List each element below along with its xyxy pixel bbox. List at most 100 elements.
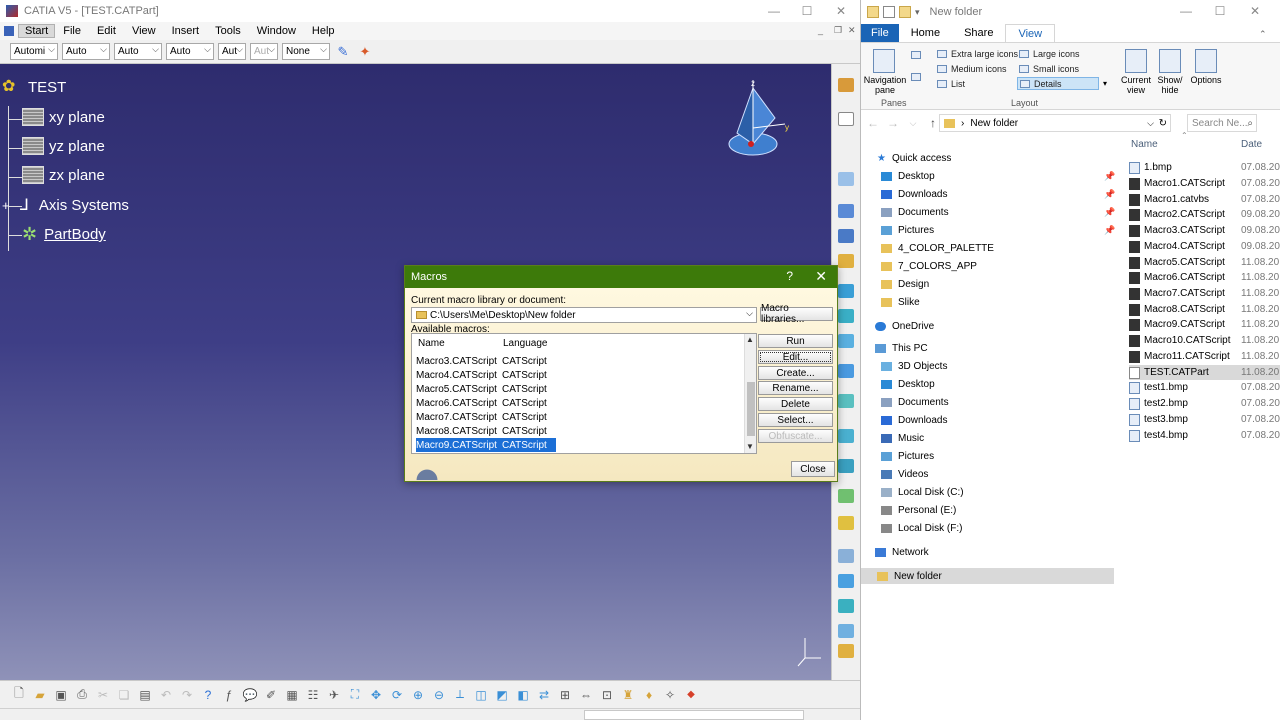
options-button[interactable]: Options bbox=[1187, 75, 1225, 85]
layout-details[interactable]: Details bbox=[1017, 77, 1099, 90]
details-pane-icon[interactable] bbox=[911, 73, 925, 81]
maximize-icon[interactable]: ☐ bbox=[790, 0, 824, 22]
file-row[interactable]: Macro3.CATScript 09.08.20 bbox=[1129, 223, 1280, 238]
table-icon[interactable]: ▦ bbox=[283, 686, 301, 704]
tree-item-partbody[interactable]: ✲ PartBody bbox=[22, 224, 106, 245]
layout-more-icon[interactable]: ▾ bbox=[1103, 79, 1107, 88]
file-row[interactable]: test1.bmp 07.08.20 bbox=[1129, 380, 1280, 395]
doc-minimize-icon[interactable]: _ bbox=[818, 25, 823, 35]
tree-item-xy-plane[interactable]: xy plane bbox=[22, 108, 105, 126]
format-painter-icon[interactable]: ✎ bbox=[334, 43, 352, 61]
file-row[interactable]: Macro1.CATScript 07.08.20 bbox=[1129, 176, 1280, 191]
iso-view-icon[interactable]: ◫ bbox=[472, 686, 490, 704]
close-icon[interactable]: ✕ bbox=[824, 0, 858, 22]
measure-icon[interactable]: ⊞ bbox=[556, 686, 574, 704]
nav-local-disk-f[interactable]: Local Disk (F:) bbox=[881, 520, 962, 536]
search-input[interactable]: Search Ne... ⌕ bbox=[1187, 114, 1257, 132]
refresh-icon[interactable]: ↻ bbox=[1159, 118, 1167, 129]
formula-icon[interactable]: ƒ bbox=[220, 686, 238, 704]
navigation-pane-button[interactable]: Navigation pane bbox=[863, 75, 907, 95]
file-row[interactable]: Macro7.CATScript 11.08.20 bbox=[1129, 286, 1280, 301]
workbench-icon[interactable] bbox=[838, 78, 854, 92]
chevron-down-icon[interactable]: ▾ bbox=[915, 7, 920, 18]
print-icon[interactable]: ⎙ bbox=[73, 686, 91, 704]
nav-videos[interactable]: Videos bbox=[881, 466, 928, 482]
rendering-style-select[interactable]: Aut bbox=[250, 43, 278, 60]
catalog-icon[interactable]: ☷ bbox=[304, 686, 322, 704]
macro-row[interactable]: Macro4.CATScript CATScript bbox=[416, 368, 556, 382]
menu-window[interactable]: Window bbox=[249, 25, 304, 37]
nav-pc-downloads[interactable]: Downloads bbox=[881, 412, 947, 428]
options-icon[interactable] bbox=[1195, 49, 1217, 73]
nav-color-palette[interactable]: 4_COLOR_PALETTE bbox=[881, 240, 994, 256]
file-row[interactable]: Macro8.CATScript 11.08.20 bbox=[1129, 302, 1280, 317]
comment-icon[interactable]: 💬 bbox=[241, 686, 259, 704]
pin-icon[interactable]: 📌 bbox=[1104, 171, 1115, 182]
pin-icon[interactable]: 📌 bbox=[1104, 207, 1115, 218]
close-button[interactable]: Close bbox=[791, 461, 835, 477]
help-button[interactable]: ? bbox=[786, 269, 793, 283]
split-icon[interactable] bbox=[838, 549, 854, 563]
current-view-icon[interactable] bbox=[1125, 49, 1147, 73]
scroll-down-icon[interactable]: ▼ bbox=[746, 442, 754, 451]
blend-icon[interactable] bbox=[838, 489, 854, 503]
sweep-icon[interactable] bbox=[838, 364, 854, 378]
select-arrow-icon[interactable] bbox=[838, 112, 854, 126]
menu-insert[interactable]: Insert bbox=[164, 25, 208, 37]
file-row[interactable]: Macro5.CATScript 11.08.20 bbox=[1129, 255, 1280, 270]
nav-music[interactable]: Music bbox=[881, 430, 924, 446]
file-row[interactable]: Macro6.CATScript 11.08.20 bbox=[1129, 270, 1280, 285]
pin-icon[interactable]: 📌 bbox=[1104, 225, 1115, 236]
file-row[interactable]: Macro2.CATScript 09.08.20 bbox=[1129, 207, 1280, 222]
macro-row[interactable]: Macro7.CATScript CATScript bbox=[416, 410, 556, 424]
menu-file[interactable]: File bbox=[55, 25, 89, 37]
file-row[interactable]: Macro9.CATScript 11.08.20 bbox=[1129, 317, 1280, 332]
file-row[interactable]: test2.bmp 07.08.20 bbox=[1129, 396, 1280, 411]
new-icon[interactable]: 🗋 bbox=[10, 686, 28, 704]
revolve-icon[interactable] bbox=[838, 309, 854, 323]
zoom-out-icon[interactable]: ⊖ bbox=[430, 686, 448, 704]
macro-row[interactable]: Macro3.CATScript CATScript bbox=[416, 354, 556, 368]
show-hide-icon[interactable] bbox=[1159, 49, 1181, 73]
paste-icon[interactable]: ▤ bbox=[136, 686, 154, 704]
layer-select[interactable]: None bbox=[282, 43, 330, 60]
apply-material-icon[interactable]: ♜ bbox=[619, 686, 637, 704]
fill-icon[interactable] bbox=[838, 394, 854, 408]
properties-icon[interactable] bbox=[883, 6, 895, 18]
nav-colors-app[interactable]: 7_COLORS_APP bbox=[881, 258, 977, 274]
tree-item-axis-systems[interactable]: + ⅃ Axis Systems bbox=[2, 195, 129, 215]
column-language[interactable]: Language bbox=[503, 338, 548, 349]
pen-icon[interactable]: ✐ bbox=[262, 686, 280, 704]
transparency-select[interactable]: Auto bbox=[62, 43, 110, 60]
address-bar[interactable]: › New folder ⌵ ↻ bbox=[939, 114, 1171, 132]
nav-this-pc[interactable]: This PC bbox=[875, 340, 928, 356]
menu-view[interactable]: View bbox=[124, 25, 164, 37]
library-path-select[interactable]: C:\Users\Me\Desktop\New folder ⌵ bbox=[411, 307, 757, 323]
nav-pictures[interactable]: Pictures bbox=[881, 222, 934, 238]
nav-network[interactable]: Network bbox=[875, 544, 929, 560]
join-icon[interactable] bbox=[838, 516, 854, 530]
select-button[interactable]: Select... bbox=[758, 413, 833, 427]
file-row[interactable]: Macro10.CATScript 11.08.20 bbox=[1129, 333, 1280, 348]
fit-all-icon[interactable]: ⛶ bbox=[346, 686, 364, 704]
sphere-icon[interactable] bbox=[838, 334, 854, 348]
fillet-icon[interactable] bbox=[838, 624, 854, 638]
scroll-thumb[interactable] bbox=[747, 382, 755, 436]
file-row[interactable]: test4.bmp 07.08.20 bbox=[1129, 428, 1280, 443]
current-view-button[interactable]: Current view bbox=[1117, 75, 1155, 95]
file-row[interactable]: test3.bmp 07.08.20 bbox=[1129, 412, 1280, 427]
tab-view[interactable]: View bbox=[1005, 24, 1056, 42]
tab-home[interactable]: Home bbox=[899, 24, 952, 42]
nav-pc-pictures[interactable]: Pictures bbox=[881, 448, 934, 464]
normal-view-icon[interactable]: ⟂ bbox=[451, 686, 469, 704]
whats-this-icon[interactable]: ? bbox=[199, 686, 217, 704]
nav-design[interactable]: Design bbox=[881, 276, 929, 292]
zoom-in-icon[interactable]: ⊕ bbox=[409, 686, 427, 704]
sketch-icon[interactable] bbox=[838, 172, 854, 186]
tree-item-yz-plane[interactable]: yz plane bbox=[22, 137, 105, 155]
file-row[interactable]: 1.bmp 07.08.20 bbox=[1129, 160, 1280, 175]
loft-icon[interactable] bbox=[838, 429, 854, 443]
breadcrumb-new-folder[interactable]: New folder bbox=[970, 118, 1018, 129]
hide-show-icon[interactable]: ◧ bbox=[514, 686, 532, 704]
menu-edit[interactable]: Edit bbox=[89, 25, 124, 37]
